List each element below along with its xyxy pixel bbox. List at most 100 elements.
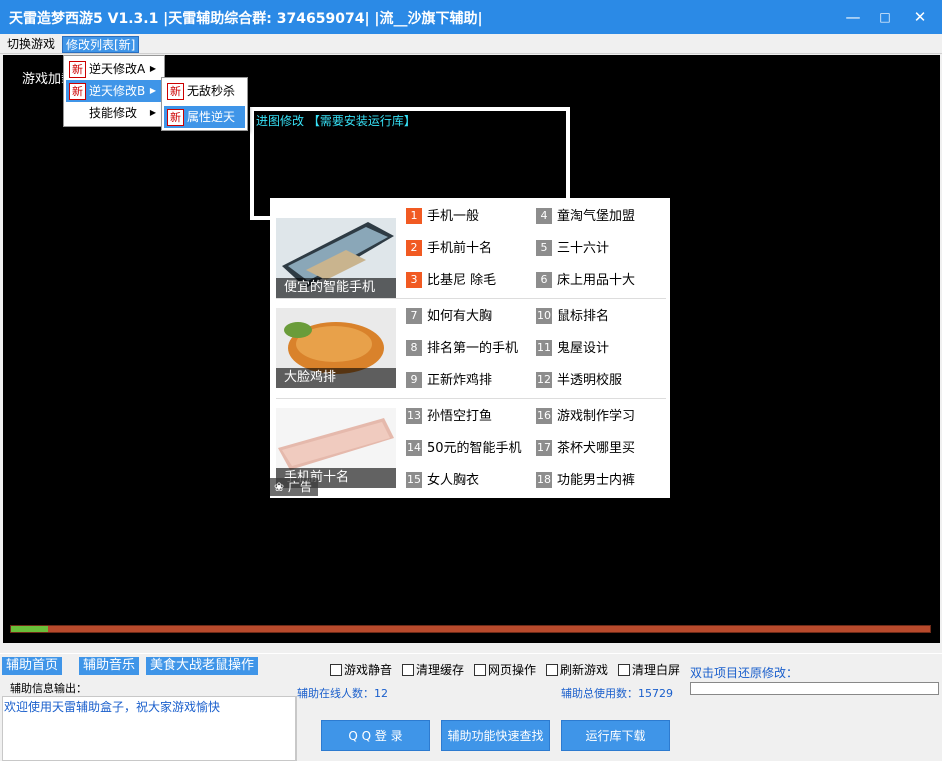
maximize-button[interactable]: □ xyxy=(874,6,896,28)
menu-item-label: 技能修改 xyxy=(89,106,138,120)
runtime-download-button[interactable]: 运行库下载 xyxy=(561,720,670,751)
tab-food-battle[interactable]: 美食大战老鼠操作 xyxy=(146,657,259,675)
ad-link-item[interactable]: 7 如何有大胸 xyxy=(406,308,492,326)
menu-mod-list[interactable]: 修改列表[新] xyxy=(62,36,140,53)
ad-link-item[interactable]: 4 童淘气堡加盟 xyxy=(536,208,635,226)
ad-link-text: 比基尼 除毛 xyxy=(427,273,497,288)
chevron-right-icon: ▶ xyxy=(149,108,156,117)
ad-link-text: 游戏制作学习 xyxy=(557,409,636,424)
tab-home[interactable]: 辅助首页 xyxy=(2,657,63,675)
checkbox-label: 清理白屏 xyxy=(632,663,681,677)
ad-link-item[interactable]: 3 比基尼 除毛 xyxy=(406,272,496,290)
checkbox-box[interactable] xyxy=(402,664,414,676)
rank-badge: 1 xyxy=(406,208,422,224)
total-usage: 辅助总使用数：15729 xyxy=(561,687,673,700)
ad-link-text: 鬼屋设计 xyxy=(557,341,610,356)
rank-badge: 12 xyxy=(536,372,552,388)
new-badge-icon: 新 xyxy=(69,61,86,78)
restore-list[interactable] xyxy=(690,682,939,695)
checkbox-clear-cache[interactable]: 清理缓存 xyxy=(402,661,464,678)
rank-badge: 7 xyxy=(406,308,422,324)
ad-link-text: 床上用品十大 xyxy=(557,273,636,288)
ad-link-item[interactable]: 17 茶杯犬哪里买 xyxy=(536,440,635,458)
menu-item-attribute[interactable]: 新 属性逆天 xyxy=(164,106,245,128)
paw-icon: ❀ xyxy=(274,480,285,494)
rank-badge: 11 xyxy=(536,340,552,356)
rank-badge: 13 xyxy=(406,408,422,424)
chevron-right-icon: ▶ xyxy=(149,86,156,95)
close-button[interactable]: ✕ xyxy=(909,6,931,28)
ad-link-item[interactable]: 14 50元的智能手机 xyxy=(406,440,522,458)
loading-text: 游戏加载中 xyxy=(22,72,66,87)
tab-music[interactable]: 辅助音乐 xyxy=(79,657,140,675)
rank-badge: 2 xyxy=(406,240,422,256)
ad-divider xyxy=(276,298,666,299)
checkbox-box[interactable] xyxy=(618,664,630,676)
rank-badge: 8 xyxy=(406,340,422,356)
bottom-panel: 辅助首页 辅助音乐 美食大战老鼠操作 游戏静音 清理缓存 网页操作 刷新游戏 清… xyxy=(0,653,942,761)
info-output-box[interactable]: 欢迎使用天雷辅助盒子，祝大家游戏愉快 xyxy=(2,696,296,761)
checkbox-mute[interactable]: 游戏静音 xyxy=(330,661,392,678)
rank-badge: 17 xyxy=(536,440,552,456)
ad-link-text: 50元的智能手机 xyxy=(427,441,522,456)
quick-search-button[interactable]: 辅助功能快速查找 xyxy=(441,720,550,751)
ad-link-item[interactable]: 6 床上用品十大 xyxy=(536,272,635,290)
ad-link-text: 手机前十名 xyxy=(427,241,493,256)
menu-item-skill-mod[interactable]: 技能修改 ▶ xyxy=(66,102,162,124)
ad-image-phone[interactable]: 便宜的智能手机 xyxy=(276,218,396,298)
title-bar: 天雷造梦西游5 V1.3.1 |天雷辅助综合群: 374659074| |流__… xyxy=(0,0,942,34)
checkbox-label: 清理缓存 xyxy=(416,663,465,677)
rank-badge: 18 xyxy=(536,472,552,488)
rank-badge: 14 xyxy=(406,440,422,456)
ad-link-item[interactable]: 8 排名第一的手机 xyxy=(406,340,518,358)
minimize-button[interactable]: — xyxy=(842,6,864,28)
menu-item-invincible[interactable]: 新 无敌秒杀 xyxy=(164,80,245,102)
checkbox-clear-white[interactable]: 清理白屏 xyxy=(618,661,680,678)
rank-badge: 10 xyxy=(536,308,552,324)
menu-item-mod-b[interactable]: 新 逆天修改B ▶ xyxy=(66,80,162,102)
mod-list-dropdown: 新 逆天修改A ▶ 新 逆天修改B ▶ 技能修改 ▶ xyxy=(63,55,165,127)
ad-link-text: 鼠标排名 xyxy=(557,309,610,324)
ad-link-item[interactable]: 15 女人胸衣 xyxy=(406,472,479,490)
checkbox-box[interactable] xyxy=(474,664,486,676)
ad-link-item[interactable]: 16 游戏制作学习 xyxy=(536,408,635,426)
ad-link-text: 茶杯犬哪里买 xyxy=(557,441,636,456)
ad-link-item[interactable]: 13 孙悟空打鱼 xyxy=(406,408,492,426)
menu-item-label: 无敌秒杀 xyxy=(187,84,236,98)
ad-link-item[interactable]: 5 三十六计 xyxy=(536,240,609,258)
ad-link-text: 如何有大胸 xyxy=(427,309,493,324)
ad-link-item[interactable]: 12 半透明校服 xyxy=(536,372,622,390)
ad-link-text: 女人胸衣 xyxy=(427,473,480,488)
qq-login-button[interactable]: Q Q 登 录 xyxy=(321,720,430,751)
new-badge-icon: 新 xyxy=(167,83,184,100)
ad-tag: ❀ 广告 xyxy=(270,478,318,496)
ad-image-phone-pink[interactable]: 手机前十名 xyxy=(276,408,396,488)
menu-item-mod-a[interactable]: 新 逆天修改A ▶ xyxy=(66,58,162,80)
checkbox-box[interactable] xyxy=(330,664,342,676)
menu-item-label: 逆天修改A xyxy=(89,62,146,76)
ad-link-text: 三十六计 xyxy=(557,241,610,256)
ad-link-text: 排名第一的手机 xyxy=(427,341,519,356)
checkbox-web-op[interactable]: 网页操作 xyxy=(474,661,536,678)
checkbox-label: 网页操作 xyxy=(488,663,537,677)
divider xyxy=(296,696,297,761)
rank-badge: 16 xyxy=(536,408,552,424)
ad-link-item[interactable]: 11 鬼屋设计 xyxy=(536,340,609,358)
ad-link-item[interactable]: 9 正新炸鸡排 xyxy=(406,372,492,390)
checkbox-refresh[interactable]: 刷新游戏 xyxy=(546,661,608,678)
rank-badge: 4 xyxy=(536,208,552,224)
ad-tag-label: 广告 xyxy=(287,480,312,494)
menu-switch-game[interactable]: 切换游戏 xyxy=(4,36,58,53)
ad-link-item[interactable]: 18 功能男士内裤 xyxy=(536,472,635,490)
map-mod-label[interactable]: 进图修改 【需要安装运行库】 xyxy=(256,112,416,129)
checkbox-box[interactable] xyxy=(546,664,558,676)
ad-link-item[interactable]: 10 鼠标排名 xyxy=(536,308,609,326)
ad-link-item[interactable]: 1 手机一般 xyxy=(406,208,479,226)
chevron-right-icon: ▶ xyxy=(149,64,156,73)
ad-link-item[interactable]: 2 手机前十名 xyxy=(406,240,492,258)
ad-divider xyxy=(276,398,666,399)
ad-image-chicken[interactable]: 大脸鸡排 xyxy=(276,308,396,388)
online-count: 辅助在线人数：12 xyxy=(297,687,388,700)
info-output-label: 辅助信息输出： xyxy=(10,682,87,695)
rank-badge: 6 xyxy=(536,272,552,288)
